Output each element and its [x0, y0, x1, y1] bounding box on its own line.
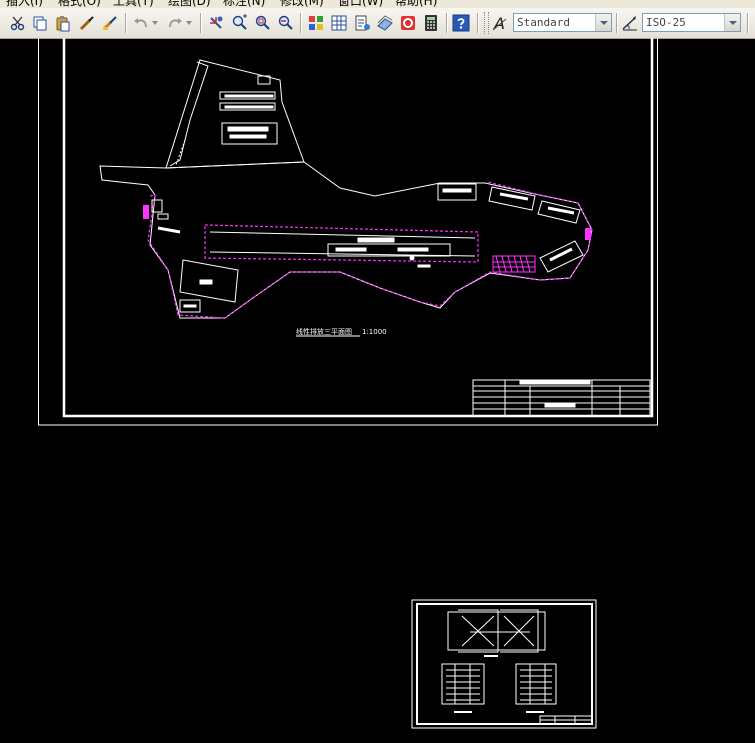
dimension-style-icon[interactable] — [620, 12, 640, 34]
standard-toolbar: A Standard ISO-25 — [0, 8, 755, 39]
menu-draw[interactable]: 绘图(D) — [168, 0, 211, 8]
dimension-style-value: ISO-25 — [646, 16, 686, 29]
menu-format[interactable]: 格式(O) — [58, 0, 101, 8]
calculator-icon[interactable] — [421, 12, 441, 34]
menu-tools[interactable]: 工具(T) — [113, 0, 154, 8]
menu-dimension[interactable]: 标注(N) — [223, 0, 265, 8]
pan-realtime-icon[interactable] — [206, 12, 226, 34]
west-buildings — [151, 199, 239, 313]
menu-insert[interactable]: 插入(I) — [6, 0, 43, 8]
zoom-window-icon[interactable] — [253, 12, 273, 34]
chevron-down-icon[interactable] — [724, 14, 740, 31]
properties-icon[interactable] — [306, 12, 326, 34]
plan-title: 线性排放三平面图 — [296, 327, 352, 336]
zoom-realtime-icon[interactable] — [230, 12, 250, 34]
menu-bar: 插入(I) 格式(O) 工具(T) 绘图(D) 标注(N) 修改(M) 窗口(W… — [0, 0, 755, 8]
markup-icon[interactable] — [398, 12, 418, 34]
copy-icon[interactable] — [30, 12, 50, 34]
text-style-select[interactable]: Standard — [513, 13, 612, 32]
sheet-outer-frame — [38, 38, 658, 426]
menu-modify[interactable]: 修改(M) — [280, 0, 324, 8]
redo-icon[interactable] — [165, 12, 185, 34]
design-center-icon[interactable] — [329, 12, 349, 34]
east-buildings — [437, 183, 584, 273]
chevron-down-icon[interactable] — [595, 14, 611, 31]
dimension-style-select[interactable]: ISO-25 — [642, 13, 741, 32]
zoom-previous-icon[interactable] — [276, 12, 296, 34]
plan-scale: 1:1000 — [362, 328, 387, 336]
north-building-site — [165, 59, 305, 169]
paste-icon[interactable] — [53, 12, 73, 34]
redo-dropdown-icon[interactable] — [184, 12, 194, 34]
undo-dropdown-icon[interactable] — [150, 12, 160, 34]
help-icon[interactable] — [451, 12, 471, 34]
svg-text:A: A — [493, 14, 505, 32]
detail-sheet — [411, 599, 597, 729]
cut-icon[interactable] — [8, 12, 28, 34]
text-style-value: Standard — [517, 16, 570, 29]
menu-window[interactable]: 窗口(W) — [338, 0, 383, 8]
title-block — [472, 379, 651, 417]
undo-icon[interactable] — [131, 12, 151, 34]
boundary-markers — [143, 205, 591, 240]
site-boundary — [147, 181, 593, 319]
hatched-area — [492, 255, 536, 273]
match-properties-icon[interactable] — [77, 12, 97, 34]
sheet-set-icon[interactable] — [375, 12, 395, 34]
text-style-icon[interactable]: A — [491, 12, 511, 34]
brush-icon[interactable] — [100, 12, 120, 34]
tool-palettes-icon[interactable] — [352, 12, 372, 34]
drawing-canvas[interactable]: 线性排放三平面图 1:1000 — [0, 38, 755, 743]
menu-help[interactable]: 帮助(H) — [395, 0, 437, 8]
